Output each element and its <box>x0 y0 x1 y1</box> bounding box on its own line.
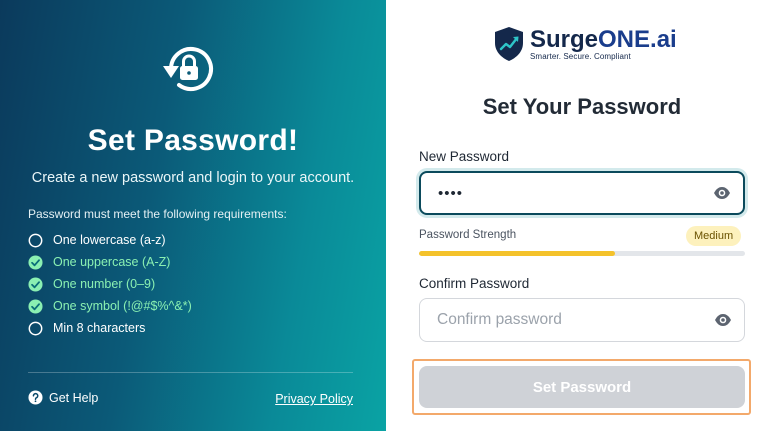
page-subtitle: Create a new password and login to your … <box>31 170 355 186</box>
requirement-item: Min 8 characters <box>28 317 192 339</box>
brand-name: SurgeONE.ai <box>530 26 677 54</box>
requirements-heading: Password must meet the following require… <box>28 207 287 221</box>
check-circle-icon <box>28 298 43 314</box>
requirement-label: One uppercase (A-Z) <box>53 255 171 269</box>
check-circle-icon <box>28 276 43 292</box>
page-title: Set Password! <box>87 124 299 157</box>
requirement-item: One lowercase (a-z) <box>28 229 192 251</box>
brand-name-suffix: ONE.ai <box>598 26 677 53</box>
requirement-label: One lowercase (a-z) <box>53 233 166 247</box>
requirement-item: One number (0–9) <box>28 273 192 295</box>
new-password-label: New Password <box>419 149 510 164</box>
get-help-label: Get Help <box>49 390 99 405</box>
eye-icon[interactable] <box>714 313 732 327</box>
password-strength-badge: Medium <box>686 226 742 246</box>
requirement-label: Min 8 characters <box>53 321 146 335</box>
requirement-label: One number (0–9) <box>53 277 156 291</box>
brand-logo: SurgeONE.ai Smarter. Secure. Compliant <box>493 26 677 62</box>
brand-name-prefix: Surge <box>530 26 599 53</box>
password-strength-fill <box>419 251 615 256</box>
lock-reset-icon <box>163 47 213 91</box>
form-title: Set Your Password <box>482 94 682 119</box>
check-circle-icon <box>28 254 43 270</box>
get-help-link[interactable]: Get Help <box>28 390 98 405</box>
divider <box>28 372 353 373</box>
brand-tagline: Smarter. Secure. Compliant <box>530 52 631 61</box>
privacy-policy-link[interactable]: Privacy Policy <box>275 392 353 406</box>
empty-circle-icon <box>28 321 43 335</box>
requirement-item: One symbol (!@#$%^&*) <box>28 295 192 317</box>
requirements-list: One lowercase (a-z) One uppercase (A-Z) On… <box>28 229 192 339</box>
empty-circle-icon <box>28 233 43 247</box>
eye-icon[interactable] <box>713 186 731 200</box>
new-password-field[interactable]: •••• <box>419 171 745 215</box>
confirm-password-label: Confirm Password <box>419 276 530 291</box>
password-strength-label: Password Strength <box>419 229 517 241</box>
confirm-password-field[interactable]: Confirm password <box>419 298 745 342</box>
set-password-button[interactable]: Set Password <box>419 366 745 408</box>
confirm-password-placeholder: Confirm password <box>437 311 562 328</box>
question-circle-icon <box>28 390 43 405</box>
password-strength-bar <box>419 251 745 256</box>
new-password-value: •••• <box>438 184 464 202</box>
requirement-item: One uppercase (A-Z) <box>28 251 192 273</box>
requirement-label: One symbol (!@#$%^&*) <box>53 299 192 313</box>
shield-logo-icon <box>495 27 523 61</box>
left-panel: Set Password! Create a new password and … <box>0 0 386 431</box>
